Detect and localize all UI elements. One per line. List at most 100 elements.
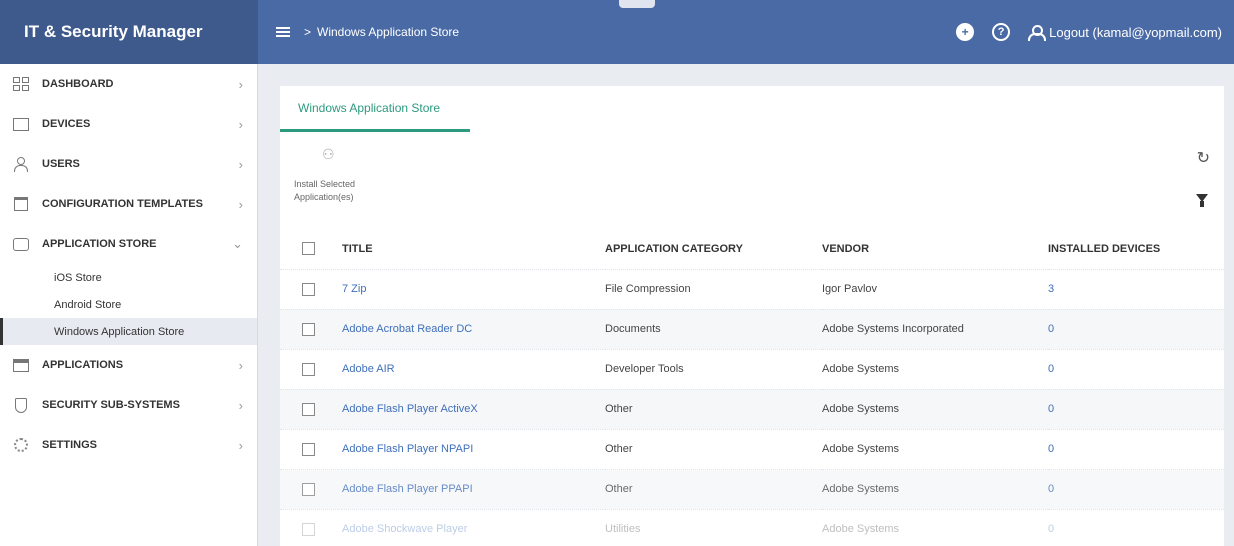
applications-icon [12,357,30,373]
app-title-link[interactable]: Adobe Flash Player ActiveX [342,403,478,415]
dashboard-icon [12,76,30,92]
sidebar-item-settings[interactable]: SETTINGS › [0,425,257,465]
tab-windows-application-store[interactable]: Windows Application Store [280,86,470,132]
sidebar-subitem-ios-store[interactable]: iOS Store [0,264,257,291]
row-checkbox[interactable] [302,482,315,496]
sidebar-subitem-android-store[interactable]: Android Store [0,291,257,318]
select-all-checkbox[interactable] [302,242,315,256]
sidebar-item-devices[interactable]: DEVICES › [0,104,257,144]
table-header-row: TITLE APPLICATION CATEGORY VENDOR INSTAL… [280,229,1224,269]
row-checkbox[interactable] [302,522,315,536]
app-vendor: Adobe Systems [822,388,1048,429]
gear-icon [12,437,30,453]
applications-table: TITLE APPLICATION CATEGORY VENDOR INSTAL… [280,229,1224,546]
installed-devices-link[interactable]: 3 [1048,283,1054,295]
sidebar-item-label: USERS [42,158,80,170]
table-row: Adobe Flash Player NPAPI Other Adobe Sys… [280,428,1224,469]
logout-label: Logout (kamal@yopmail.com) [1049,24,1222,40]
collapse-handle[interactable] [619,0,655,8]
help-circle-icon[interactable]: ? [992,23,1011,41]
column-title[interactable]: TITLE [342,229,605,269]
install-selected-button[interactable]: ⚇ Install Selected Application(es) [294,146,414,204]
installed-devices-link[interactable]: 0 [1048,483,1054,495]
app-vendor: Adobe Systems Incorporated [822,308,1048,349]
sidebar: DASHBOARD › DEVICES › USERS › CONFIGURAT… [0,64,258,546]
app-category: Other [605,388,822,429]
column-installed-devices[interactable]: INSTALLED DEVICES [1048,229,1224,269]
column-vendor[interactable]: VENDOR [822,229,1048,269]
app-title-link[interactable]: 7 Zip [342,283,366,295]
store-panel: Windows Application Store ⚇ Install Sele… [280,86,1224,546]
sidebar-item-label: SETTINGS [42,439,98,451]
breadcrumb: > Windows Application Store [304,25,459,39]
breadcrumb-current: Windows Application Store [317,25,460,39]
row-checkbox[interactable] [302,282,315,296]
logout-button[interactable]: Logout (kamal@yopmail.com) [1028,24,1222,41]
app-vendor: Igor Pavlov [822,268,1048,309]
installed-devices-link[interactable]: 0 [1048,323,1054,335]
app-category: File Compression [605,268,822,309]
install-apps-icon: ⚇ [322,146,335,162]
install-selected-label: Install Selected Application(es) [294,179,356,202]
sidebar-item-application-store[interactable]: APPLICATION STORE ⌄ [0,224,257,264]
table-row: Adobe Shockwave Player Utilities Adobe S… [280,508,1224,546]
app-title-link[interactable]: Adobe Acrobat Reader DC [342,323,472,335]
app-vendor: Adobe Systems [822,428,1048,469]
app-category: Other [605,428,822,469]
chevron-right-icon: › [238,357,243,373]
table-row: 7 Zip File Compression Igor Pavlov 3 [280,268,1224,309]
sidebar-item-dashboard[interactable]: DASHBOARD › [0,64,257,104]
row-checkbox[interactable] [302,402,315,416]
sidebar-item-configuration-templates[interactable]: CONFIGURATION TEMPLATES › [0,184,257,224]
app-category: Utilities [605,508,822,546]
row-checkbox[interactable] [302,442,315,456]
refresh-icon[interactable]: ↻ [1197,148,1210,168]
app-category: Developer Tools [605,348,822,389]
store-icon [12,236,30,252]
users-icon [12,156,30,172]
installed-devices-link[interactable]: 0 [1048,363,1054,375]
installed-devices-link[interactable]: 0 [1048,523,1054,535]
app-category: Other [605,468,822,509]
chevron-right-icon: › [238,116,243,132]
breadcrumb-separator: > [304,25,312,39]
table-row: Adobe Flash Player ActiveX Other Adobe S… [280,388,1224,429]
filter-icon[interactable] [1196,194,1208,207]
chevron-right-icon: › [238,397,243,413]
table-row: Adobe Flash Player PPAPI Other Adobe Sys… [280,468,1224,509]
app-title-link[interactable]: Adobe Flash Player NPAPI [342,443,473,455]
templates-icon [12,196,30,212]
app-title-link[interactable]: Adobe Shockwave Player [342,523,467,535]
top-bar: > Windows Application Store + ? Logout (… [258,0,1234,64]
user-icon [1028,25,1047,41]
column-category[interactable]: APPLICATION CATEGORY [605,229,822,269]
app-vendor: Adobe Systems [822,508,1048,546]
sidebar-item-security-sub-systems[interactable]: SECURITY SUB-SYSTEMS › [0,385,257,425]
add-circle-icon[interactable]: + [956,23,975,41]
sidebar-item-applications[interactable]: APPLICATIONS › [0,345,257,385]
app-title-link[interactable]: Adobe Flash Player PPAPI [342,483,473,495]
installed-devices-link[interactable]: 0 [1048,443,1054,455]
row-checkbox[interactable] [302,322,315,336]
chevron-down-icon: ⌄ [232,236,243,251]
sidebar-item-users[interactable]: USERS › [0,144,257,184]
table-row: Adobe Acrobat Reader DC Documents Adobe … [280,308,1224,349]
main-content: Windows Application Store ⚇ Install Sele… [258,64,1234,546]
app-title-link[interactable]: Adobe AIR [342,363,395,375]
app-vendor: Adobe Systems [822,468,1048,509]
chevron-right-icon: › [238,76,243,92]
sidebar-item-label: CONFIGURATION TEMPLATES [42,198,203,210]
devices-icon [12,116,30,132]
installed-devices-link[interactable]: 0 [1048,403,1054,415]
app-title: IT & Security Manager [0,0,258,64]
sidebar-item-label: DEVICES [42,118,91,130]
shield-icon [12,397,30,413]
sidebar-item-label: SECURITY SUB-SYSTEMS [42,399,180,411]
sidebar-item-label: APPLICATIONS [42,359,124,371]
chevron-right-icon: › [238,156,243,172]
menu-icon[interactable] [276,27,290,37]
table-row: Adobe AIR Developer Tools Adobe Systems … [280,348,1224,389]
sidebar-subitem-windows-application-store[interactable]: Windows Application Store [0,318,257,345]
row-checkbox[interactable] [302,362,315,376]
chevron-right-icon: › [238,437,243,453]
